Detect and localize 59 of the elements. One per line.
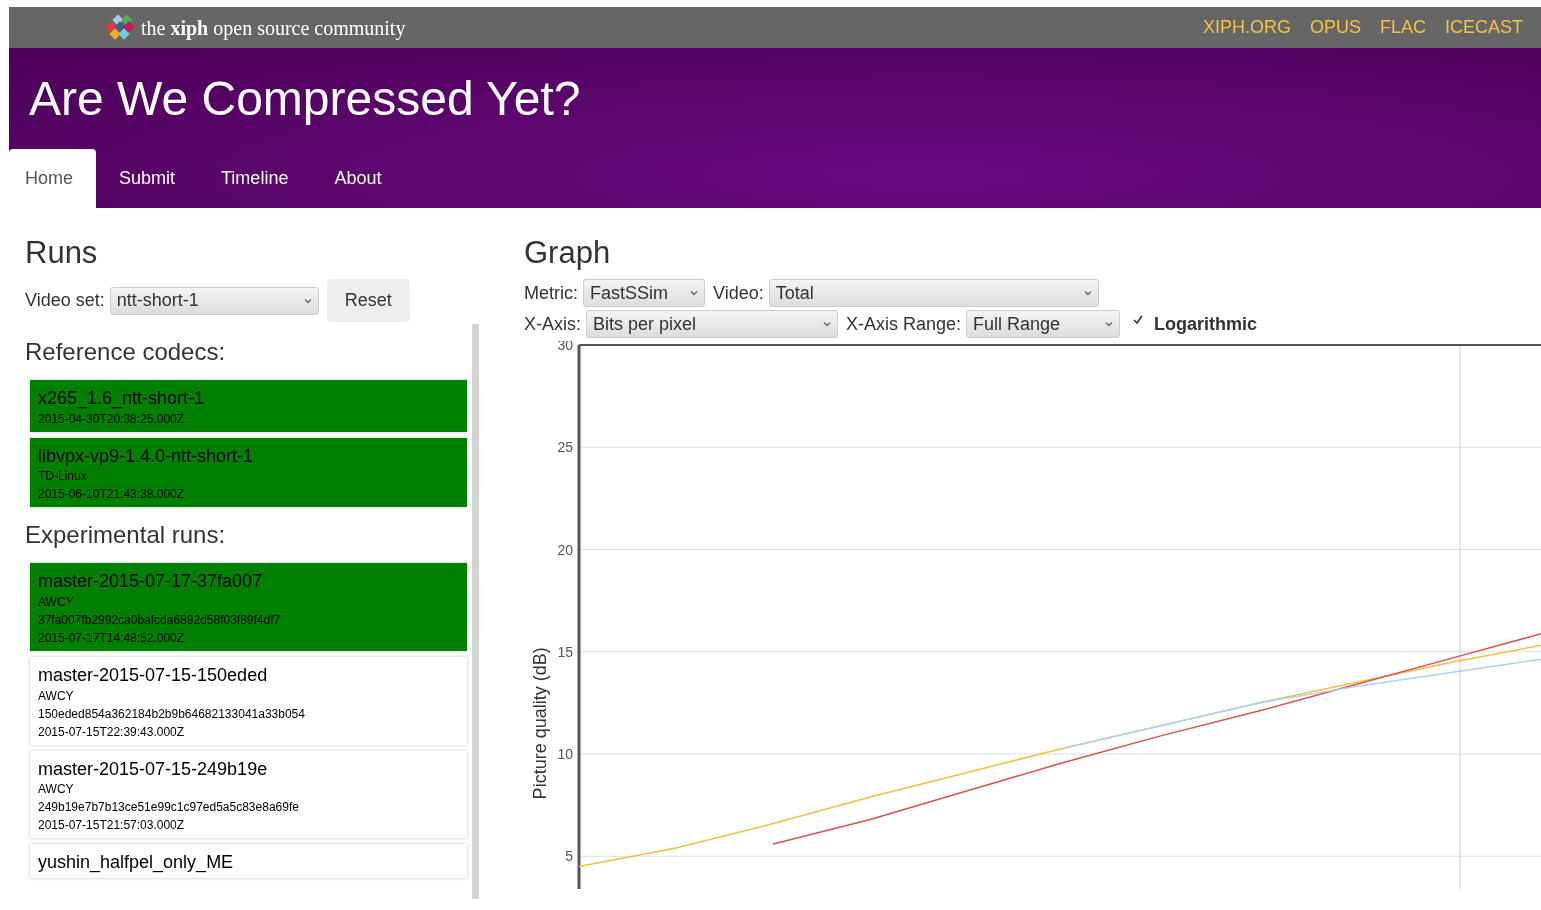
reset-button[interactable]: Reset bbox=[326, 279, 410, 323]
run-card[interactable]: master-2015-07-15-249b19e AWCY 249b19e7b7b13ce51e99c1c97ed5a5c83e8a69fe 2015-07-15T21:57:03.000Z bbox=[30, 750, 467, 839]
list-heading: Reference codecs: bbox=[25, 337, 227, 368]
axis-tick-label: 15 bbox=[557, 643, 573, 660]
dropdown-select[interactable]: Full Range bbox=[966, 310, 1121, 339]
page-title: Are We Compressed Yet? bbox=[28, 71, 582, 127]
run-name: master-2015-07-17-37fa007 bbox=[38, 571, 264, 593]
caret-icon bbox=[823, 321, 831, 328]
field-label: Video set: bbox=[25, 289, 105, 313]
axis-tick-label: 25 bbox=[557, 439, 573, 456]
nav-tab[interactable]: Timeline bbox=[198, 149, 312, 208]
caret-icon bbox=[690, 290, 698, 297]
dropdown-select[interactable]: Total bbox=[768, 279, 1099, 308]
axis-label: Picture quality (dB) bbox=[530, 647, 550, 800]
run-card[interactable]: x265_1.6_ntt-short-1 2015-04-30T20:38:25.000Z bbox=[30, 380, 467, 432]
run-detail: 2015-04-30T20:38:25.000Z bbox=[38, 410, 186, 428]
section-heading: Graph bbox=[524, 234, 612, 272]
run-card[interactable]: master-2015-07-15-150eded AWCY 150eded854a362184b2b9b64682133041a33b054 2015-07-15T22:39:43.000Z bbox=[30, 656, 467, 745]
run-name: yushin_halfpel_only_ME bbox=[38, 852, 235, 874]
site-brand[interactable]: the xiph open source community bbox=[141, 12, 406, 43]
run-detail: 2015-06-10T21:43:38.000Z bbox=[38, 486, 186, 504]
dropdown-select[interactable]: FastSSim bbox=[583, 279, 705, 308]
axis-tick-label: 20 bbox=[557, 541, 573, 558]
field-label: Video: bbox=[713, 281, 764, 305]
checkbox[interactable] bbox=[1132, 314, 1145, 327]
field-label: Metric: bbox=[524, 281, 578, 305]
caret-icon bbox=[1083, 290, 1092, 297]
axis-tick-label: 10 bbox=[557, 746, 573, 763]
run-detail: 37fa007fb2992ca0bafcda6892d58f03f89f4df7 bbox=[38, 611, 282, 629]
run-card[interactable]: libvpx-vp9-1.4.0-ntt-short-1 TD-Linux 2015-06-10T21:43:38.000Z bbox=[30, 437, 467, 508]
run-card[interactable]: master-2015-07-17-37fa007 AWCY 37fa007fb2992ca0bafcda6892d58f03f89f4df7 2015-07-17T14:48:52.000Z bbox=[30, 563, 467, 651]
run-detail: 150eded854a362184b2b9b64682133041a33b054 bbox=[38, 705, 306, 723]
run-name: master-2015-07-15-249b19e bbox=[38, 758, 269, 781]
axis-tick-label: 5 bbox=[565, 848, 573, 865]
run-detail: 2015-07-15T21:57:03.000Z bbox=[38, 817, 186, 835]
run-detail: 2015-07-15T22:39:43.000Z bbox=[38, 723, 186, 741]
run-name: x265_1.6_ntt-short-1 bbox=[38, 388, 206, 410]
caret-icon bbox=[303, 297, 312, 304]
dropdown-select[interactable]: Bits per pixel bbox=[586, 310, 838, 339]
run-detail: AWCY bbox=[38, 687, 75, 705]
nav-tab[interactable]: Home bbox=[9, 149, 96, 208]
field-label: X-Axis Range: bbox=[846, 312, 962, 336]
nav-tab[interactable]: About bbox=[311, 149, 405, 208]
run-detail: AWCY bbox=[38, 593, 75, 611]
axis-tick-label: 30 bbox=[557, 341, 573, 354]
caret-icon bbox=[1105, 321, 1114, 328]
nav-tab[interactable]: Submit bbox=[96, 149, 199, 208]
video-set-select[interactable]: ntt-short-1 bbox=[109, 286, 319, 315]
checkbox-label[interactable]: Logarithmic bbox=[1154, 310, 1258, 338]
field-label: X-Axis: bbox=[524, 312, 581, 336]
run-name: libvpx-vp9-1.4.0-ntt-short-1 bbox=[38, 445, 255, 468]
run-name: master-2015-07-15-150eded bbox=[38, 664, 269, 687]
run-detail: 249b19e7b7b13ce51e99c1c97ed5a5c83e8a69fe bbox=[38, 799, 300, 817]
run-detail: TD-Linux bbox=[38, 468, 88, 486]
run-detail: 2015-07-17T14:48:52.000Z bbox=[38, 629, 186, 647]
run-card[interactable]: yushin_halfpel_only_ME bbox=[30, 844, 467, 878]
run-detail: AWCY bbox=[38, 781, 75, 799]
list-heading: Experimental runs: bbox=[25, 520, 227, 551]
section-heading: Runs bbox=[25, 234, 99, 272]
